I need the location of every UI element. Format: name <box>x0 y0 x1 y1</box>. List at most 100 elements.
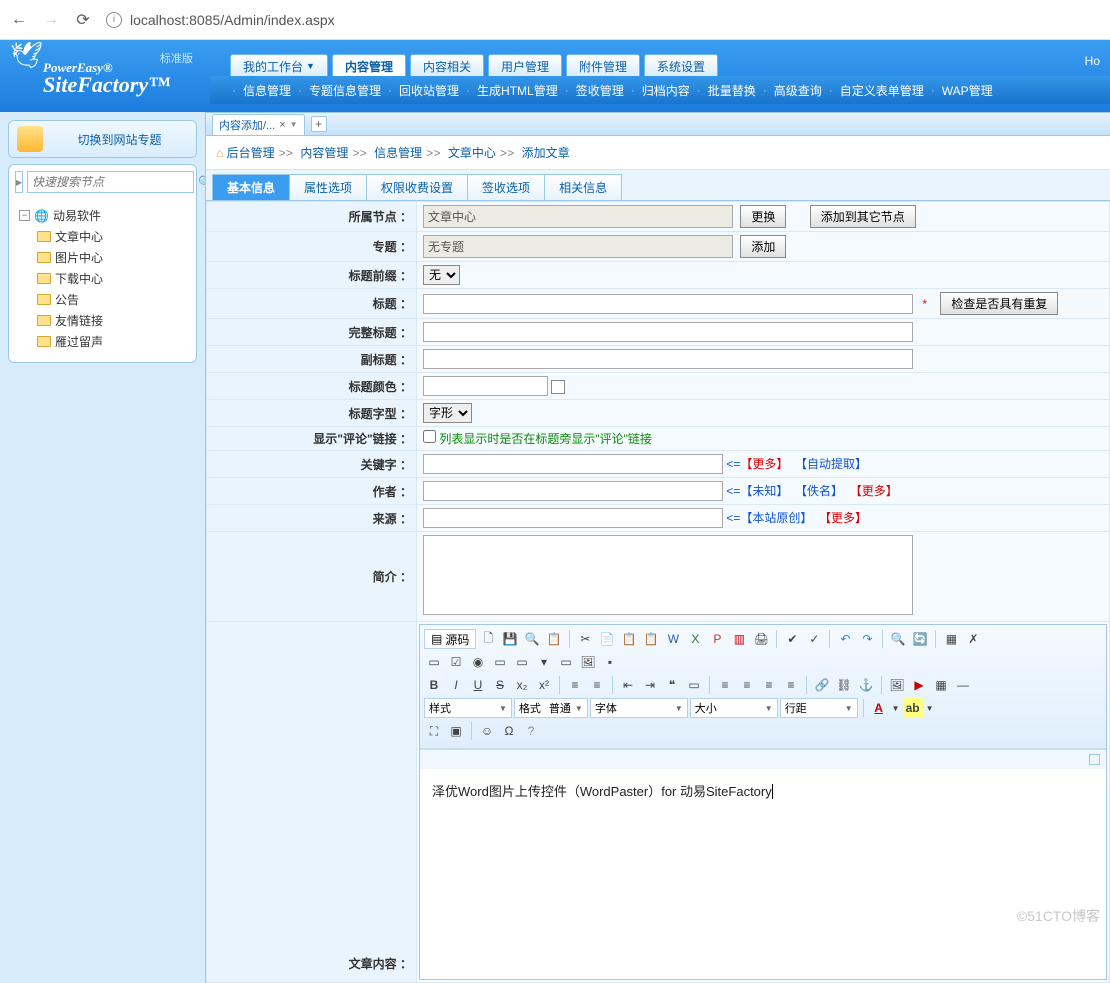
node-search-input[interactable] <box>27 171 194 193</box>
paste-excel-icon[interactable]: X <box>685 629 705 649</box>
sub-title-input[interactable] <box>423 349 913 369</box>
paste-text-icon[interactable]: 📋 <box>641 629 661 649</box>
outdent-icon[interactable]: ⇤ <box>618 675 638 695</box>
textfield-icon[interactable]: ▭ <box>490 652 510 672</box>
form-icon[interactable]: ▭ <box>424 652 444 672</box>
hr-icon[interactable]: — <box>953 675 973 695</box>
subscript-icon[interactable]: x₂ <box>512 675 532 695</box>
newpage-icon[interactable]: 🗋 <box>478 629 498 649</box>
site-info-icon[interactable]: i <box>106 12 122 28</box>
doc-tab-add-content[interactable]: 内容添加/... × ▼ <box>212 114 305 135</box>
link-icon[interactable]: 🔗 <box>812 675 832 695</box>
bgcolor-icon[interactable]: ab <box>903 698 923 718</box>
refresh-button[interactable]: ⟳ <box>74 11 92 29</box>
form-tab-perm[interactable]: 权限收费设置 <box>366 174 468 200</box>
paste-ppt-icon[interactable]: P <box>707 629 727 649</box>
select-icon[interactable]: ▾ <box>534 652 554 672</box>
title-prefix-select[interactable]: 无 <box>423 265 460 285</box>
home-link[interactable]: Ho <box>1085 54 1100 68</box>
specialchar-icon[interactable]: Ω <box>499 721 519 741</box>
form-tab-related[interactable]: 相关信息 <box>544 174 622 200</box>
radio-icon[interactable]: ◉ <box>468 652 488 672</box>
author-anon-link[interactable]: 【佚名】 <box>795 484 843 498</box>
tab-content-mgmt[interactable]: 内容管理 <box>332 54 406 76</box>
tree-item-notice[interactable]: 公告 <box>37 289 192 310</box>
author-input[interactable] <box>423 481 723 501</box>
author-more-link[interactable]: 【更多】 <box>850 484 898 498</box>
crumb-0[interactable]: 后台管理 <box>227 146 275 160</box>
switch-topic-button[interactable]: 切换到网站专题 <box>51 131 188 148</box>
author-unknown-link[interactable]: 【未知】 <box>740 484 788 498</box>
flash-icon[interactable]: ▶ <box>909 675 929 695</box>
tree-item-image[interactable]: 图片中心 <box>37 247 192 268</box>
source-orig-link[interactable]: 【本站原创】 <box>740 511 812 525</box>
blockquote-icon[interactable]: ❝ <box>662 675 682 695</box>
indent-icon[interactable]: ⇥ <box>640 675 660 695</box>
bullist-icon[interactable]: ≡ <box>587 675 607 695</box>
submenu-batch[interactable]: 批量替换 <box>703 82 761 99</box>
superscript-icon[interactable]: x² <box>534 675 554 695</box>
keywords-auto-link[interactable]: 【自动提取】 <box>795 457 867 471</box>
find-icon[interactable]: 🔍 <box>888 629 908 649</box>
undo-icon[interactable]: ↶ <box>835 629 855 649</box>
title-input[interactable] <box>423 294 913 314</box>
resize-handle-icon[interactable] <box>1089 754 1100 765</box>
submenu-info[interactable]: 信息管理 <box>238 82 296 99</box>
cut-icon[interactable]: ✂ <box>575 629 595 649</box>
removeformat-icon[interactable]: ✗ <box>963 629 983 649</box>
crumb-3[interactable]: 文章中心 <box>448 146 496 160</box>
form-tab-basic[interactable]: 基本信息 <box>212 174 290 200</box>
tab-user-mgmt[interactable]: 用户管理 <box>488 54 562 76</box>
underline-icon[interactable]: U <box>468 675 488 695</box>
showblocks-icon[interactable]: ▣ <box>446 721 466 741</box>
tab-attachment-mgmt[interactable]: 附件管理 <box>566 54 640 76</box>
submenu-sign[interactable]: 签收管理 <box>571 82 629 99</box>
full-title-input[interactable] <box>423 322 913 342</box>
tree-item-guestbook[interactable]: 雁过留声 <box>37 331 192 352</box>
show-comment-checkbox[interactable] <box>423 430 436 443</box>
tab-system-settings[interactable]: 系统设置 <box>644 54 718 76</box>
numlist-icon[interactable]: ≡ <box>565 675 585 695</box>
table-icon[interactable]: ▦ <box>931 675 951 695</box>
italic-icon[interactable]: I <box>446 675 466 695</box>
keywords-input[interactable] <box>423 454 723 474</box>
strike-icon[interactable]: S <box>490 675 510 695</box>
tree-item-article[interactable]: 文章中心 <box>37 226 192 247</box>
back-button[interactable]: ← <box>10 11 28 29</box>
image-icon[interactable]: 🖼 <box>887 675 907 695</box>
paste-pdf-icon[interactable]: ▥ <box>729 629 749 649</box>
tree-item-links[interactable]: 友情链接 <box>37 310 192 331</box>
keywords-more-link[interactable]: 【更多】 <box>740 457 788 471</box>
title-color-input[interactable] <box>423 376 548 396</box>
submenu-archive[interactable]: 归档内容 <box>637 82 695 99</box>
textcolor-arrow[interactable]: ▼ <box>891 698 901 718</box>
title-font-select[interactable]: 字形 <box>423 403 472 423</box>
button-icon[interactable]: ▭ <box>556 652 576 672</box>
lineheight-select[interactable]: 行距▼ <box>780 698 858 718</box>
tree-root[interactable]: − 🌐 动易软件 <box>19 205 192 226</box>
spellcheck-icon[interactable]: ✔ <box>782 629 802 649</box>
print-icon[interactable]: 🖨 <box>751 629 771 649</box>
tree-item-download[interactable]: 下载中心 <box>37 268 192 289</box>
justify-center-icon[interactable]: ≡ <box>737 675 757 695</box>
justify-block-icon[interactable]: ≡ <box>781 675 801 695</box>
maximize-icon[interactable]: ⛶ <box>424 721 444 741</box>
search-expand-icon[interactable]: ▸ <box>15 171 23 193</box>
submenu-search[interactable]: 高级查询 <box>769 82 827 99</box>
source-input[interactable] <box>423 508 723 528</box>
font-select[interactable]: 字体▼ <box>590 698 688 718</box>
color-picker-icon[interactable] <box>551 380 565 394</box>
format-select[interactable]: 格式普通▼ <box>514 698 588 718</box>
submenu-topic[interactable]: 专题信息管理 <box>304 82 386 99</box>
textcolor-icon[interactable]: A <box>869 698 889 718</box>
close-tab-icon[interactable]: × <box>279 119 285 131</box>
unlink-icon[interactable]: ⛓ <box>834 675 854 695</box>
submenu-wap[interactable]: WAP管理 <box>937 82 998 99</box>
scayt-icon[interactable]: ✓ <box>804 629 824 649</box>
redo-icon[interactable]: ↷ <box>857 629 877 649</box>
replace-icon[interactable]: 🔄 <box>910 629 930 649</box>
paste-icon[interactable]: 📋 <box>619 629 639 649</box>
tab-workbench[interactable]: 我的工作台 ▼ <box>230 54 328 76</box>
intro-textarea[interactable] <box>423 535 913 615</box>
add-tab-button[interactable]: + <box>311 116 327 132</box>
